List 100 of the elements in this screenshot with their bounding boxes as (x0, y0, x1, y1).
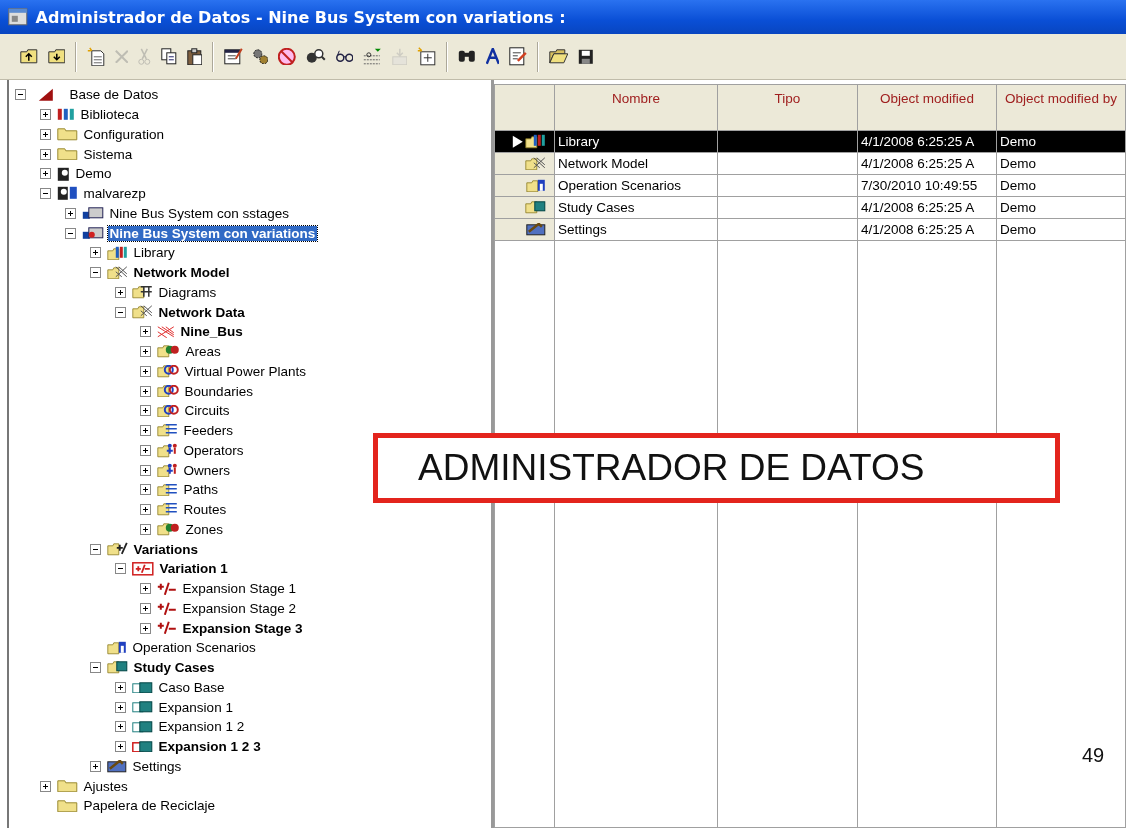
rings-folder-icon (157, 404, 179, 418)
grid-icon (157, 325, 175, 339)
tree-item[interactable]: Nine Bus System con sstages (107, 205, 291, 221)
tree-item[interactable]: Diagrams (156, 284, 219, 300)
expand-toggle[interactable] (65, 207, 76, 219)
tree-item[interactable]: Circuits (182, 403, 232, 419)
expand-toggle[interactable] (115, 681, 126, 693)
expand-toggle[interactable] (40, 148, 51, 160)
table-cell: Settings (558, 222, 607, 237)
tree-item[interactable]: Settings (130, 758, 184, 774)
table-cell: Demo (1000, 178, 1036, 193)
tree-item[interactable]: Expansion 1 2 (156, 719, 247, 735)
table-cell: Study Cases (558, 200, 635, 215)
expand-toggle[interactable] (115, 741, 126, 753)
expand-toggle[interactable] (140, 425, 151, 437)
tree-item[interactable]: Expansion Stage 3 (180, 620, 305, 636)
column-header[interactable]: Object modified (857, 84, 997, 131)
plus-minus-icon (157, 581, 177, 596)
collapse-toggle[interactable] (65, 227, 76, 239)
expand-toggle[interactable] (140, 464, 151, 476)
lines-folder-icon (157, 503, 178, 516)
expand-toggle[interactable] (140, 622, 151, 634)
expand-toggle[interactable] (40, 780, 51, 792)
expand-toggle[interactable] (115, 286, 126, 298)
tree-item[interactable]: Operators (181, 442, 246, 458)
expand-toggle[interactable] (140, 346, 151, 358)
expand-toggle[interactable] (140, 326, 151, 338)
tree-item[interactable]: Ajustes (81, 778, 130, 794)
tree-item[interactable]: Configuration (81, 126, 166, 142)
folder-icon (57, 147, 78, 161)
tree-item[interactable]: Expansion 1 (156, 699, 235, 715)
tree-item[interactable]: Expansion 1 2 3 (156, 739, 263, 755)
expand-toggle[interactable] (140, 504, 151, 516)
new-document-icon[interactable] (85, 44, 107, 69)
expand-toggle[interactable] (115, 721, 126, 733)
diagram-folder-icon (132, 286, 153, 299)
expand-toggle[interactable] (140, 405, 151, 417)
collapse-toggle[interactable] (90, 543, 101, 555)
column-header[interactable]: Nombre (554, 84, 718, 131)
tree-item[interactable]: Variation 1 (157, 561, 230, 577)
tree-item[interactable]: Owners (181, 462, 233, 478)
collapse-toggle[interactable] (15, 89, 26, 101)
expand-toggle[interactable] (140, 484, 151, 496)
tree-item[interactable]: Routes (181, 502, 229, 518)
tree-item[interactable]: Boundaries (182, 383, 255, 399)
folder-icon (57, 779, 78, 793)
study-case-icon (132, 740, 153, 753)
tree-item[interactable]: Base de Datos (67, 87, 161, 103)
tree-item[interactable]: Nine Bus System con variations (107, 225, 318, 241)
tree-item[interactable]: Demo (73, 166, 114, 182)
expand-toggle[interactable] (140, 602, 151, 614)
new-item-icon[interactable] (415, 45, 438, 68)
expand-toggle[interactable] (40, 128, 51, 140)
collapse-toggle[interactable] (40, 188, 51, 200)
tree-item[interactable]: Biblioteca (78, 107, 142, 123)
collapse-toggle[interactable] (90, 267, 101, 279)
tree-item[interactable]: Caso Base (156, 679, 227, 695)
lines-folder-icon (157, 424, 178, 437)
folder-down-icon[interactable] (45, 47, 68, 66)
tree-item[interactable]: Network Model (131, 265, 232, 281)
tree-item[interactable]: Areas (183, 344, 223, 360)
study-case-folder-icon (525, 201, 546, 214)
tree-item[interactable]: Study Cases (131, 660, 217, 676)
collapse-toggle[interactable] (115, 306, 126, 318)
expand-toggle[interactable] (140, 523, 151, 535)
tree-item[interactable]: Virtual Power Plants (182, 363, 308, 379)
expand-toggle[interactable] (40, 109, 51, 121)
expand-toggle[interactable] (140, 583, 151, 595)
prohibited-icon[interactable] (276, 45, 298, 68)
tree-item[interactable]: Expansion Stage 2 (180, 600, 298, 616)
tree-item[interactable]: malvarezp (81, 186, 148, 202)
document-edit-icon[interactable] (507, 45, 529, 68)
column-header[interactable]: Tipo (717, 84, 858, 131)
expand-toggle[interactable] (140, 365, 151, 377)
tree-item[interactable]: Nine_Bus (178, 324, 245, 340)
expand-toggle[interactable] (90, 760, 101, 772)
tree-item[interactable]: Variations (131, 541, 201, 557)
tree-item[interactable]: Zones (183, 521, 226, 537)
expand-toggle[interactable] (115, 701, 126, 713)
table-cell: Network Model (558, 156, 649, 171)
tree-item[interactable]: Operation Scenarios (130, 640, 258, 656)
expand-toggle[interactable] (40, 168, 51, 180)
tree-item[interactable]: Sistema (81, 146, 135, 162)
tree-item[interactable]: Expansion Stage 1 (180, 581, 298, 597)
tree-item[interactable]: Papelera de Reciclaje (81, 798, 217, 814)
expand-toggle[interactable] (140, 385, 151, 397)
expand-toggle[interactable] (90, 247, 101, 259)
column-header[interactable]: Object modified by (996, 84, 1126, 131)
wedge-icon (38, 88, 54, 102)
books-folder-icon (525, 134, 546, 149)
tree-item[interactable]: Feeders (181, 423, 236, 439)
tree-item[interactable]: Library (131, 245, 177, 261)
tree-item[interactable]: Paths (181, 482, 221, 498)
tree-item[interactable]: Network Data (156, 304, 247, 320)
expand-toggle[interactable] (140, 444, 151, 456)
collapse-toggle[interactable] (90, 662, 101, 674)
project-icon (82, 207, 104, 220)
collapse-toggle[interactable] (115, 563, 126, 575)
folder-up-icon[interactable] (18, 47, 40, 66)
rings-folder-icon (157, 365, 179, 378)
